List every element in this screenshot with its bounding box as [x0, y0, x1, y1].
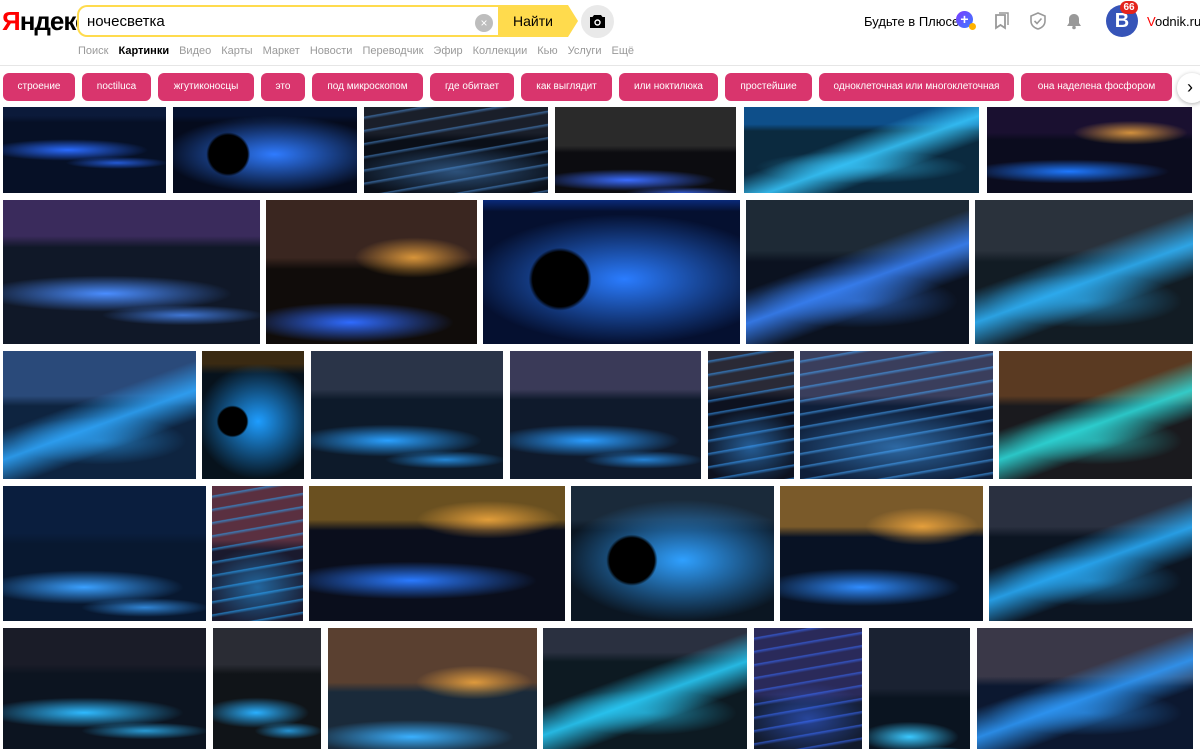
nav-item[interactable]: Карты [221, 45, 252, 57]
image-thumbnail[interactable] [309, 486, 565, 621]
nav-item[interactable]: Коллекции [473, 45, 528, 57]
nav-item[interactable]: Поиск [78, 45, 108, 57]
image-thumbnail[interactable] [555, 107, 736, 193]
related-tag[interactable]: простейшие [725, 73, 812, 101]
collections-icon[interactable] [993, 12, 1011, 30]
nav-item[interactable]: Маркет [263, 45, 300, 57]
find-button-arrow [568, 5, 578, 37]
image-thumbnail[interactable] [571, 486, 774, 621]
camera-icon [590, 15, 605, 28]
image-thumbnail[interactable] [989, 486, 1192, 621]
image-thumbnail[interactable] [328, 628, 537, 749]
related-tag[interactable]: она наделена фосфором [1021, 73, 1172, 101]
related-tag[interactable]: жгутиконосцы [158, 73, 254, 101]
related-tag[interactable]: под микроскопом [312, 73, 423, 101]
tags-scroll-next-button[interactable]: › [1177, 73, 1200, 103]
nav-item[interactable]: Видео [179, 45, 211, 57]
image-thumbnail[interactable] [3, 486, 206, 621]
image-thumbnail[interactable] [3, 107, 166, 193]
image-thumbnail[interactable] [202, 351, 304, 479]
shield-icon[interactable] [1029, 12, 1047, 30]
search-form: × Найти [77, 5, 578, 37]
clear-search-button[interactable]: × [475, 14, 493, 32]
image-thumbnail[interactable] [543, 628, 747, 749]
image-thumbnail[interactable] [754, 628, 862, 749]
image-search-button[interactable] [581, 5, 614, 38]
related-tag[interactable]: или ноктилюка [619, 73, 718, 101]
related-tag[interactable]: как выглядит [521, 73, 612, 101]
plus-icon[interactable]: + [956, 11, 976, 30]
username-rest: odnik.ru [1154, 14, 1200, 29]
image-thumbnail[interactable] [746, 200, 969, 344]
plus-glyph: + [960, 11, 969, 27]
plus-dot [969, 23, 976, 30]
image-thumbnail[interactable] [800, 351, 993, 479]
image-thumbnail[interactable] [266, 200, 477, 344]
image-thumbnail[interactable] [364, 107, 548, 193]
image-thumbnail[interactable] [999, 351, 1192, 479]
services-nav: Поиск Картинки Видео Карты Маркет Новости Пере… [78, 45, 644, 57]
image-thumbnail[interactable] [869, 628, 970, 749]
image-thumbnail[interactable] [744, 107, 979, 193]
image-thumbnail[interactable] [3, 200, 260, 344]
image-thumbnail[interactable] [708, 351, 794, 479]
search-input[interactable] [87, 13, 467, 30]
nav-item[interactable]: Ещё [611, 45, 634, 57]
related-tag[interactable]: одноклеточная или многоклеточная [819, 73, 1014, 101]
image-thumbnail[interactable] [987, 107, 1192, 193]
related-tag[interactable]: где обитает [430, 73, 514, 101]
nav-item[interactable]: Услуги [568, 45, 602, 57]
header-divider [0, 65, 1200, 66]
nav-item[interactable]: Эфир [433, 45, 462, 57]
related-tag[interactable]: строение [3, 73, 75, 101]
image-thumbnail[interactable] [311, 351, 503, 479]
username[interactable]: Vodnik.ru [1147, 14, 1200, 29]
search-box: × [77, 5, 498, 37]
related-tag[interactable]: noctiluca [82, 73, 151, 101]
image-thumbnail[interactable] [975, 200, 1193, 344]
notification-badge: 66 [1120, 1, 1138, 14]
nav-item[interactable]: Картинки [118, 45, 169, 57]
username-first-letter: V [1147, 14, 1155, 29]
image-thumbnail[interactable] [780, 486, 983, 621]
find-button[interactable]: Найти [498, 5, 568, 37]
logo-first-letter: Я [2, 6, 21, 36]
image-thumbnail[interactable] [213, 628, 321, 749]
nav-item[interactable]: Переводчик [362, 45, 423, 57]
image-thumbnail[interactable] [483, 200, 740, 344]
image-thumbnail[interactable] [510, 351, 701, 479]
plus-promo-link[interactable]: Будьте в Плюсе [864, 14, 959, 29]
nav-item[interactable]: Кью [537, 45, 557, 57]
image-thumbnail[interactable] [212, 486, 303, 621]
yandex-logo[interactable]: Яндекс [2, 6, 89, 37]
related-tag[interactable]: это [261, 73, 305, 101]
image-thumbnail[interactable] [3, 351, 196, 479]
bell-icon[interactable] [1065, 12, 1083, 30]
image-thumbnail[interactable] [173, 107, 357, 193]
image-thumbnail[interactable] [3, 628, 206, 749]
nav-item[interactable]: Новости [310, 45, 353, 57]
image-thumbnail[interactable] [977, 628, 1193, 749]
